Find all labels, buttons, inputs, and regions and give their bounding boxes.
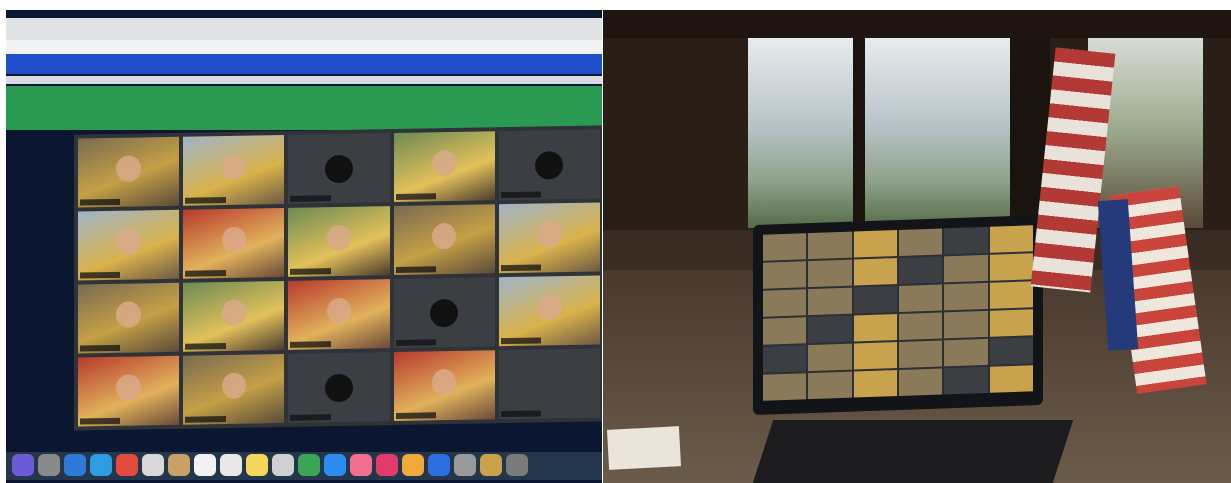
siri-icon[interactable] (12, 454, 34, 476)
participant-tile[interactable] (498, 348, 600, 420)
avatar-icon (324, 373, 353, 402)
participant-tile[interactable] (393, 204, 495, 276)
participant-tile[interactable] (183, 353, 285, 425)
participant-tile[interactable] (183, 134, 285, 206)
chrome-icon[interactable] (116, 454, 138, 476)
participant-tile[interactable] (183, 207, 285, 279)
participant-tile[interactable] (498, 129, 600, 201)
gray-strip (6, 76, 602, 84)
window-pane (748, 38, 853, 228)
paper-card (607, 426, 681, 470)
itunes-icon[interactable] (350, 454, 372, 476)
browser-bar (6, 18, 602, 40)
app-icon[interactable] (506, 454, 528, 476)
window-frame (853, 38, 865, 228)
reminders-icon[interactable] (220, 454, 242, 476)
participant-tile[interactable] (78, 282, 180, 354)
app-store-icon[interactable] (428, 454, 450, 476)
monitor-photo (6, 10, 602, 483)
facetime-icon[interactable] (324, 454, 346, 476)
settings-icon[interactable] (454, 454, 476, 476)
participant-tile[interactable] (288, 133, 390, 204)
participant-tile[interactable] (288, 206, 390, 277)
green-header (6, 86, 602, 130)
room-photo (603, 10, 1231, 483)
participant-tile[interactable] (183, 280, 285, 352)
calendar-icon[interactable] (194, 454, 216, 476)
participant-tile[interactable] (498, 202, 600, 274)
safari-icon[interactable] (90, 454, 112, 476)
zoom-gallery-grid (74, 125, 602, 431)
contacts-icon[interactable] (168, 454, 190, 476)
avatar-icon (324, 154, 353, 183)
avatar-icon (430, 298, 459, 327)
participant-tile[interactable] (78, 355, 180, 427)
laptop (753, 214, 1043, 416)
blue-banner (6, 54, 602, 74)
maps-icon[interactable] (272, 454, 294, 476)
participant-tile[interactable] (393, 350, 495, 422)
finder-icon[interactable] (64, 454, 86, 476)
ceiling-beam (603, 10, 1231, 38)
toolbar-strip (6, 40, 602, 54)
macos-dock (6, 452, 602, 480)
app-icon[interactable] (480, 454, 502, 476)
participant-tile[interactable] (393, 131, 495, 203)
launchpad-icon[interactable] (38, 454, 60, 476)
messages-icon[interactable] (298, 454, 320, 476)
books-icon[interactable] (402, 454, 424, 476)
laptop-keyboard (752, 420, 1074, 483)
notes-icon[interactable] (246, 454, 268, 476)
participant-tile[interactable] (288, 352, 390, 423)
laptop-zoom-grid (763, 225, 1033, 401)
participant-tile[interactable] (288, 279, 390, 350)
participant-tile[interactable] (78, 136, 180, 208)
avatar-icon (535, 150, 564, 180)
photos-icon[interactable] (376, 454, 398, 476)
participant-tile[interactable] (78, 209, 180, 281)
participant-tile[interactable] (393, 277, 495, 349)
window-pane (865, 38, 1010, 228)
mail-icon[interactable] (142, 454, 164, 476)
participant-tile[interactable] (498, 275, 600, 347)
